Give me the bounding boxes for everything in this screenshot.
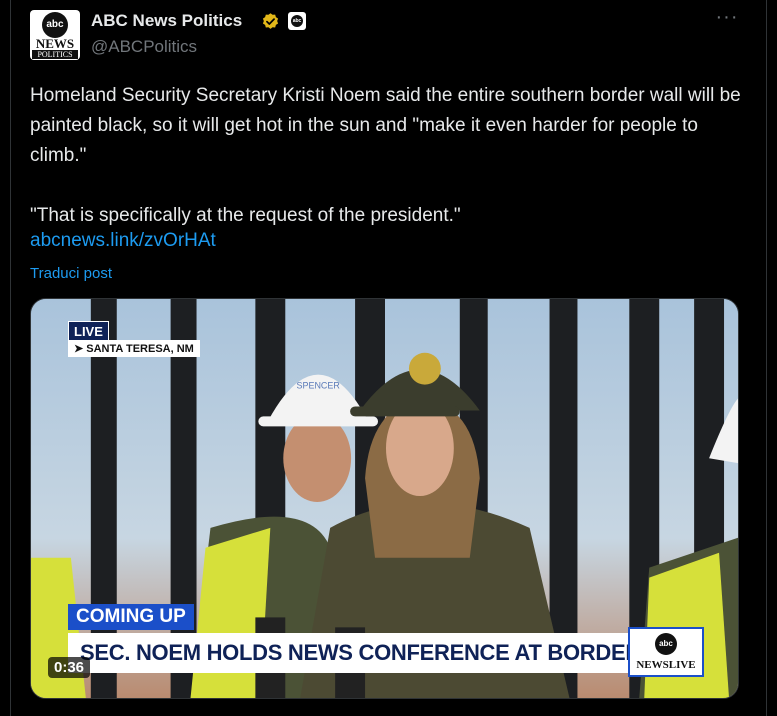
location-text: SANTA TERESA, NM <box>86 343 194 355</box>
affiliate-abc-logo: abc <box>291 15 303 27</box>
tweet-text: Homeland Security Secretary Kristi Noem … <box>30 85 741 226</box>
avatar-news-text: NEWS <box>35 36 75 51</box>
video-player[interactable]: SPENCER LIVE ➤ SANTA TERESA, NM COMING U… <box>30 298 739 699</box>
live-badge: LIVE <box>68 321 109 342</box>
translate-post-link[interactable]: Traduci post <box>30 265 112 282</box>
abc-newslive-logo: abc NEWSLIVE <box>628 627 704 677</box>
abc-logo: abc <box>42 12 68 38</box>
newslive-text: NEWSLIVE <box>636 659 696 671</box>
location-arrow-icon: ➤ <box>74 343 87 355</box>
location-badge: ➤ SANTA TERESA, NM <box>68 340 200 357</box>
abc-logo: abc <box>655 633 677 655</box>
more-options-icon[interactable]: ··· <box>713 7 741 30</box>
verified-badge-icon[interactable] <box>261 12 280 31</box>
coming-up-label: COMING UP <box>68 604 194 630</box>
display-name[interactable]: ABC News Politics <box>91 11 242 31</box>
tweet-link[interactable]: abcnews.link/zvOrHAt <box>30 230 216 252</box>
video-headline: SEC. NOEM HOLDS NEWS CONFERENCE AT BORDE… <box>68 633 628 673</box>
video-duration: 0:36 <box>48 657 91 678</box>
handle[interactable]: @ABCPolitics <box>91 37 197 57</box>
helmet-label: SPENCER <box>297 381 341 391</box>
avatar[interactable]: abc NEWS POLITICS <box>30 10 80 60</box>
avatar-politics-text: POLITICS <box>32 50 78 59</box>
tweet-card: abc NEWS POLITICS ABC News Politics abc … <box>10 0 767 716</box>
affiliate-badge[interactable]: abc <box>288 12 306 30</box>
